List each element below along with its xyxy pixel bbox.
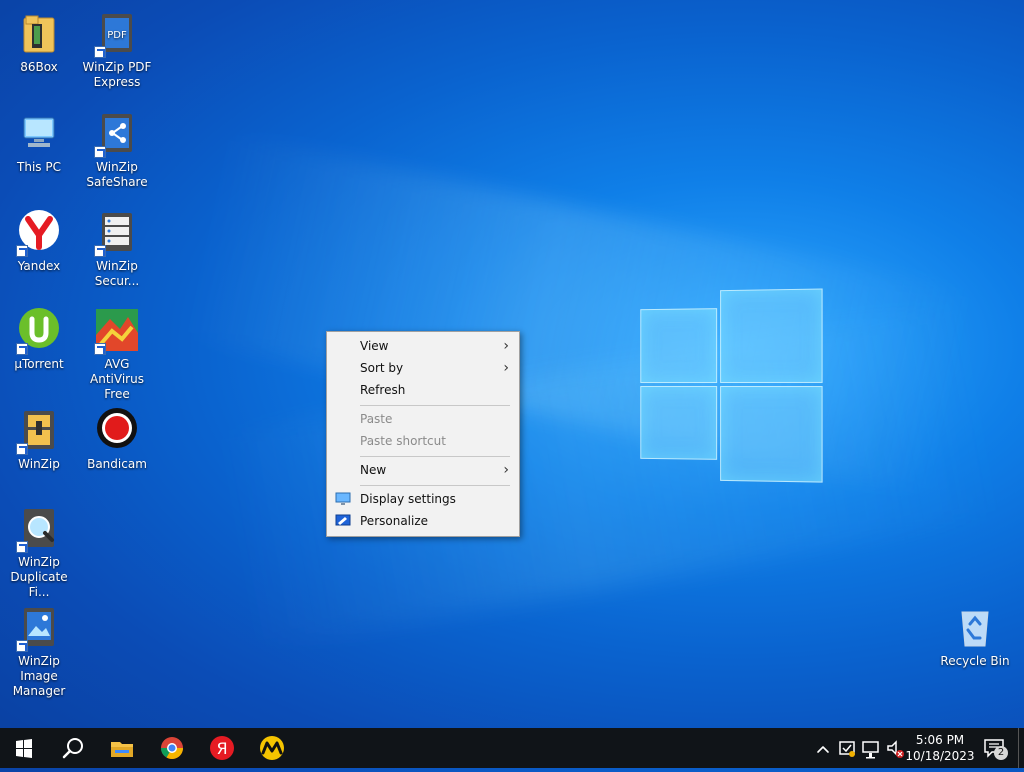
duplicate-finder-icon	[14, 503, 64, 553]
menu-separator	[360, 456, 510, 457]
search-button[interactable]	[48, 728, 96, 768]
clock-date: 10/18/2023	[905, 749, 975, 763]
menu-item-personalize[interactable]: Personalize	[327, 510, 519, 532]
shortcut-arrow-icon	[94, 146, 106, 158]
menu-item-view[interactable]: View ›	[327, 335, 519, 357]
desktop-icon-label: WinZip Duplicate Fi...	[10, 555, 68, 599]
display-icon	[335, 492, 351, 505]
shortcut-arrow-icon	[94, 343, 106, 355]
menu-item-sort-by[interactable]: Sort by ›	[327, 357, 519, 379]
shortcut-arrow-icon	[16, 443, 28, 455]
utorrent-icon	[14, 305, 64, 355]
desktop-icon-label: AVG AntiVirus Free	[90, 357, 144, 401]
file-explorer-icon	[111, 742, 133, 757]
desktop-icon-winzip[interactable]: WinZip	[0, 405, 78, 472]
logo-pane	[640, 385, 718, 460]
desktop-icon-label: Recycle Bin	[940, 654, 1010, 668]
shortcut-arrow-icon	[16, 640, 28, 652]
menu-item-display-settings[interactable]: Display settings	[327, 488, 519, 510]
menu-item-paste[interactable]: Paste	[327, 408, 519, 430]
avg-icon	[92, 305, 142, 355]
yandex-market-icon	[260, 736, 284, 760]
chrome-icon	[161, 737, 183, 759]
chevron-right-icon: ›	[503, 462, 509, 478]
taskbar-clock[interactable]: 5:06 PM 10/18/2023	[902, 732, 978, 764]
menu-item-new[interactable]: New ›	[327, 459, 519, 481]
file-explorer-button[interactable]	[98, 728, 146, 768]
logo-pane	[720, 288, 823, 384]
record-icon	[92, 405, 142, 455]
share-icon	[92, 108, 142, 158]
menu-item-refresh[interactable]: Refresh	[327, 379, 519, 401]
chrome-button[interactable]	[148, 728, 196, 768]
shortcut-arrow-icon	[94, 46, 106, 58]
shortcut-arrow-icon	[16, 541, 28, 553]
menu-item-paste-shortcut[interactable]: Paste shortcut	[327, 430, 519, 452]
taskbar: Я 5:06 PM 10/18/2023 2	[0, 728, 1024, 768]
desktop-icon-label: µTorrent	[14, 357, 64, 371]
desktop-icon-recycle-bin[interactable]: Recycle Bin	[936, 602, 1014, 669]
desktop-icon-label: WinZip SafeShare	[86, 160, 148, 189]
chevron-right-icon: ›	[503, 338, 509, 354]
search-icon	[62, 738, 83, 759]
show-hidden-icons-button[interactable]	[814, 728, 832, 768]
shortcut-arrow-icon	[94, 245, 106, 257]
desktop-icon-this-pc[interactable]: This PC	[0, 108, 78, 175]
tray-icon-security[interactable]	[836, 728, 858, 768]
desktop-icon-winzip-duplicate[interactable]: WinZip Duplicate Fi...	[0, 503, 78, 600]
desktop-icon-winzip-image-manager[interactable]: WinZip Image Manager	[0, 602, 78, 699]
desktop-icon-label: WinZip	[18, 457, 60, 471]
start-icon	[16, 739, 32, 758]
start-button[interactable]	[0, 728, 48, 768]
desktop-icon-winzip-pdf-express[interactable]: PDF WinZip PDF Express	[78, 8, 156, 90]
chevron-up-icon	[817, 746, 829, 753]
svg-text:PDF: PDF	[107, 30, 127, 41]
desktop-icon-winzip-safeshare[interactable]: WinZip SafeShare	[78, 108, 156, 190]
desktop-icon-86box[interactable]: 86Box	[0, 8, 78, 75]
yandex-browser-icon	[14, 207, 64, 257]
desktop-icon-label: WinZip PDF Express	[82, 60, 152, 89]
desktop-icon-bandicam[interactable]: Bandicam	[78, 405, 156, 472]
yandex-icon: Я	[210, 736, 234, 760]
server-icon	[92, 207, 142, 257]
yandex-button[interactable]: Я	[198, 728, 246, 768]
logo-pane	[720, 385, 823, 483]
desktop-icon-label: Bandicam	[87, 457, 147, 471]
desktop-icon-label: Yandex	[17, 259, 61, 273]
show-desktop-button[interactable]	[1018, 728, 1019, 768]
desktop-icon-winzip-secure[interactable]: WinZip Secur...	[78, 207, 156, 289]
svg-text:Я: Я	[216, 739, 227, 758]
shortcut-arrow-icon	[16, 245, 28, 257]
winzip-icon	[14, 405, 64, 455]
image-icon	[14, 602, 64, 652]
logo-pane	[640, 308, 718, 384]
security-icon	[839, 741, 855, 757]
desktop-icon-label: WinZip Image Manager	[12, 654, 66, 698]
windows-logo-wallpaper	[638, 288, 823, 483]
network-icon	[862, 741, 879, 759]
clock-time: 5:06 PM	[915, 733, 965, 747]
menu-separator	[360, 405, 510, 406]
desktop-icon-label: This PC	[17, 160, 61, 174]
notification-badge: 2	[994, 746, 1008, 760]
folder-icon	[14, 8, 64, 58]
desktop[interactable]: 86Box This PC Yandex µTorrent WinZip Win…	[0, 0, 1024, 728]
desktop-icon-label: WinZip Secur...	[94, 259, 140, 288]
chevron-right-icon: ›	[503, 360, 509, 376]
tray-icon-network[interactable]	[860, 728, 882, 768]
desktop-icon-label: 86Box	[20, 60, 58, 74]
recycle-bin-icon	[950, 602, 1000, 652]
pdf-document-icon: PDF	[92, 8, 142, 58]
desktop-icon-avg[interactable]: AVG AntiVirus Free	[78, 305, 156, 402]
desktop-icon-utorrent[interactable]: µTorrent	[0, 305, 78, 372]
context-menu: View › Sort by › Refresh Paste Paste sho…	[326, 331, 520, 537]
computer-icon	[14, 108, 64, 158]
desktop-icon-yandex[interactable]: Yandex	[0, 207, 78, 274]
shortcut-arrow-icon	[16, 343, 28, 355]
menu-separator	[360, 485, 510, 486]
yandex-market-button[interactable]	[248, 728, 296, 768]
personalize-icon	[335, 514, 351, 526]
